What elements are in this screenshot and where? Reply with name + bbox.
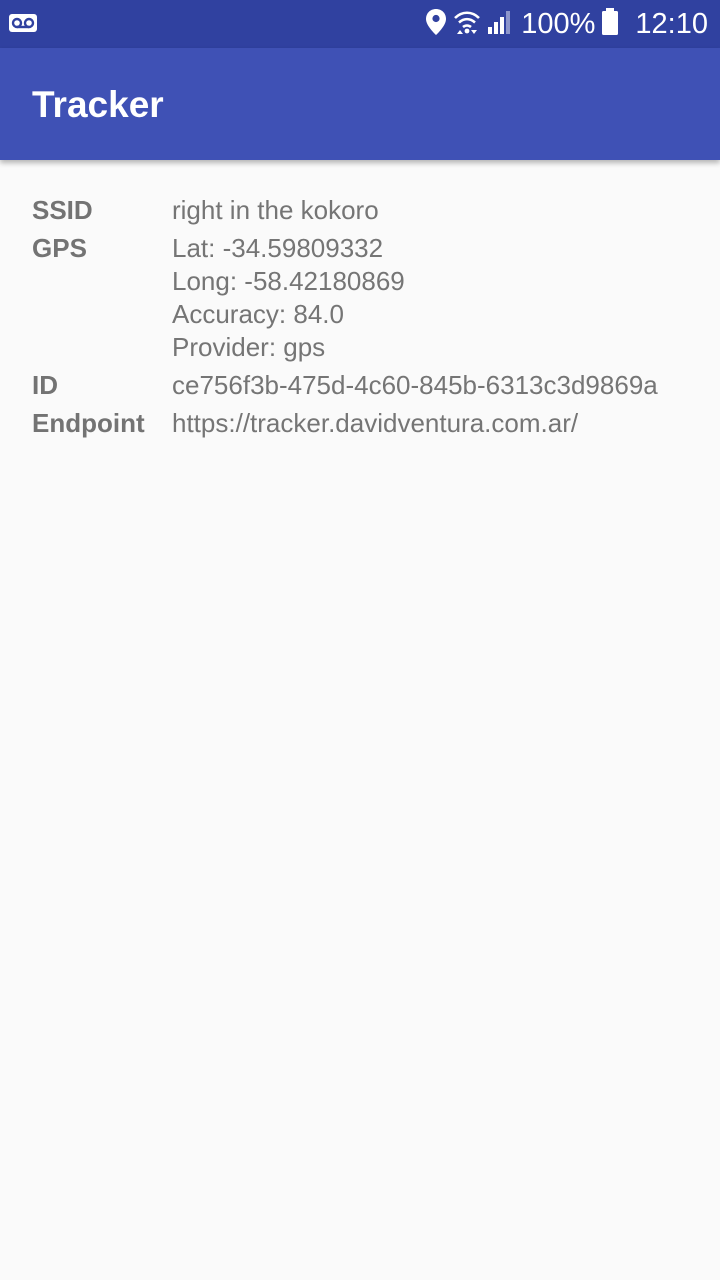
status-clock: 12:10 (635, 7, 708, 40)
id-value: ce756f3b-475d-4c60-845b-6313c3d9869a (172, 370, 658, 400)
endpoint-label: Endpoint (32, 408, 145, 438)
gps-value: Lat: -34.59809332 Long: -58.42180869 Acc… (172, 232, 692, 364)
id-label: ID (32, 370, 58, 400)
app-title: Tracker (32, 84, 164, 125)
voicemail-icon (8, 12, 38, 34)
endpoint-row: Endpoint https://tracker.davidventura.co… (32, 407, 692, 440)
gps-accuracy: Accuracy: 84.0 (172, 299, 344, 329)
ssid-label: SSID (32, 195, 93, 225)
gps-latitude: Lat: -34.59809332 (172, 233, 384, 263)
gps-label: GPS (32, 233, 87, 263)
ssid-row: SSID right in the kokoro (32, 194, 692, 227)
location-icon (425, 8, 447, 41)
ssid-value: right in the kokoro (172, 195, 379, 225)
gps-provider: Provider: gps (172, 332, 326, 362)
info-panel: SSID right in the kokoro GPS Lat: -34.59… (32, 194, 692, 445)
status-icons: 100% 12:10 (425, 0, 708, 48)
endpoint-value: https://tracker.davidventura.com.ar/ (172, 408, 579, 438)
battery-percent: 100% (521, 7, 596, 40)
gps-row: GPS Lat: -34.59809332 Long: -58.42180869… (32, 232, 692, 364)
gps-longitude: Long: -58.42180869 (172, 266, 405, 296)
id-row: ID ce756f3b-475d-4c60-845b-6313c3d9869a (32, 369, 692, 402)
app-bar: Tracker (0, 48, 720, 160)
wifi-icon (453, 8, 481, 41)
cell-signal-icon (487, 9, 513, 40)
battery-icon (601, 7, 619, 41)
status-bar: 100% 12:10 (0, 0, 720, 48)
